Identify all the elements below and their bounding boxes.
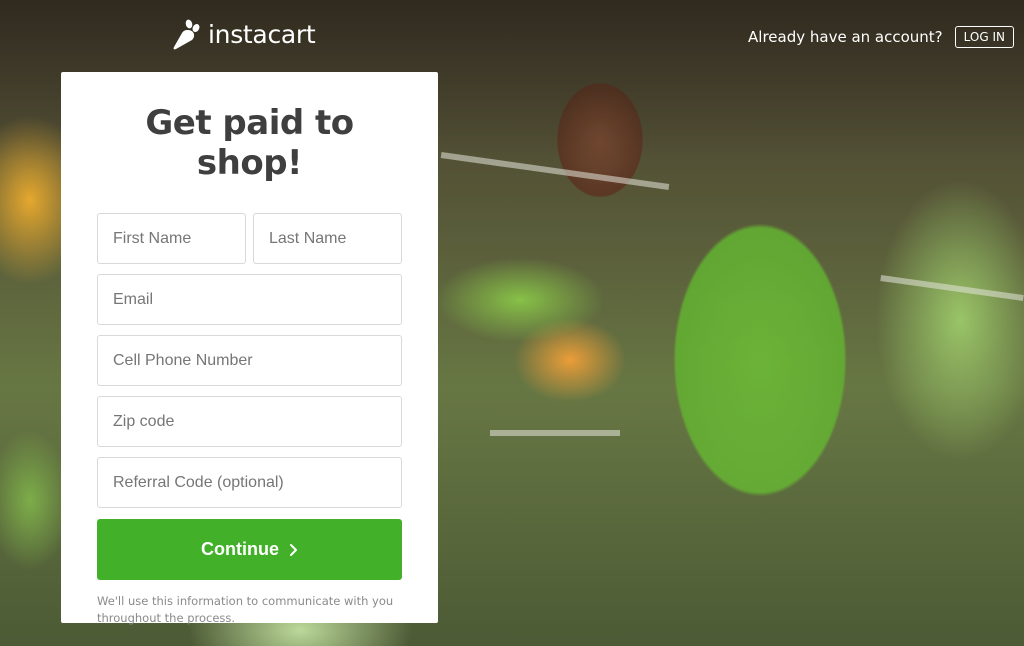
login-button[interactable]: LOG IN (954, 26, 1014, 48)
page-title: Get paid to shop! (145, 103, 354, 183)
name-row (97, 213, 402, 264)
account-prompt-text: Already have an account? (748, 28, 943, 46)
disclaimer-text: We'll use this information to communicat… (97, 594, 394, 625)
carrot-icon (173, 19, 200, 50)
signup-card: Get paid to shop! Continue We'll use thi… (61, 72, 438, 625)
shelf-decoration (490, 430, 620, 436)
continue-label: Continue (201, 539, 279, 559)
logo-wordmark: instacart (208, 19, 316, 49)
last-name-input[interactable] (253, 213, 402, 264)
chevron-right-icon (290, 543, 297, 556)
account-prompt: Already have an account? LOG IN (748, 26, 1014, 48)
referral-code-input[interactable] (97, 457, 402, 508)
continue-button[interactable]: Continue (97, 519, 402, 580)
first-name-input[interactable] (97, 213, 246, 264)
phone-input[interactable] (97, 335, 402, 386)
zip-code-input[interactable] (97, 396, 402, 447)
instacart-logo[interactable]: instacart (172, 18, 316, 50)
email-input[interactable] (97, 274, 402, 325)
